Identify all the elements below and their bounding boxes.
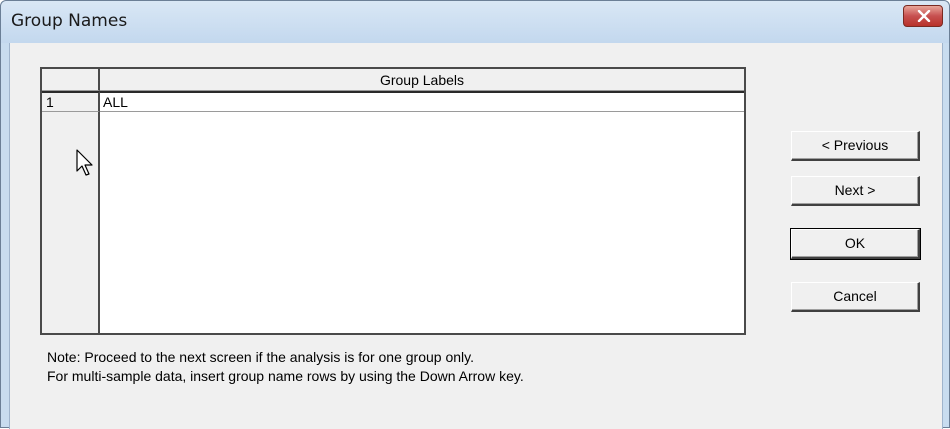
column-header-label: Group Labels xyxy=(379,72,465,88)
next-button[interactable]: Next > xyxy=(791,176,920,206)
dialog-body: Group Labels 1 ALL < Previous Next > OK … xyxy=(9,43,943,429)
group-labels-grid[interactable]: Group Labels 1 ALL xyxy=(40,67,746,335)
previous-button[interactable]: < Previous xyxy=(791,131,920,161)
row-header[interactable]: 1 xyxy=(42,91,100,112)
row-number: 1 xyxy=(46,94,54,110)
cancel-button[interactable]: Cancel xyxy=(791,282,920,312)
group-label-cell[interactable]: ALL xyxy=(100,91,744,112)
window-title: Group Names xyxy=(11,11,128,31)
note-line-2: For multi-sample data, insert group name… xyxy=(47,368,524,384)
close-button[interactable] xyxy=(903,5,943,27)
ok-button[interactable]: OK xyxy=(790,228,921,260)
column-header-group-labels[interactable]: Group Labels xyxy=(100,69,744,91)
close-icon xyxy=(917,10,931,22)
grid-corner-cell[interactable] xyxy=(42,69,100,91)
title-bar[interactable]: Group Names xyxy=(1,1,949,43)
group-names-window: Group Names Group Labels 1 ALL < Previou… xyxy=(0,0,950,429)
row-header-column xyxy=(42,91,100,333)
group-label-value: ALL xyxy=(103,94,128,110)
note-line-1: Note: Proceed to the next screen if the … xyxy=(47,349,474,365)
mouse-pointer-icon xyxy=(76,149,93,176)
note-text: Note: Proceed to the next screen if the … xyxy=(47,348,524,386)
